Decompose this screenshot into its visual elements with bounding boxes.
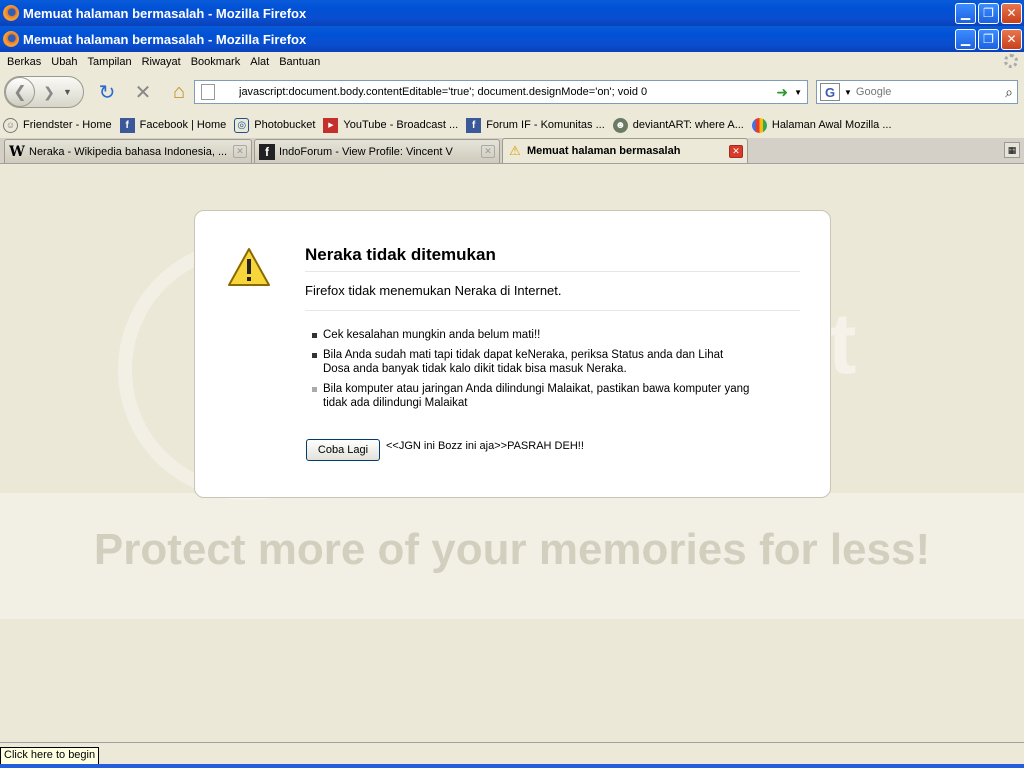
page-icon (201, 84, 215, 100)
menu-bantuan[interactable]: Bantuan (279, 56, 320, 68)
google-icon (751, 117, 767, 133)
maximize-button-inner[interactable]: ❐ (978, 28, 999, 50)
home-button[interactable]: ⌂ (166, 79, 192, 105)
window-titlebar-inner[interactable]: Memuat halaman bermasalah - Mozilla Fire… (0, 26, 1024, 52)
engine-dropdown-icon[interactable]: ▼ (844, 88, 852, 97)
stop-button[interactable]: ✕ (130, 79, 156, 105)
bookmark-mozilla-home[interactable]: Halaman Awal Mozilla ... (751, 117, 892, 133)
facebook-icon: f (119, 117, 135, 133)
menu-bookmark[interactable]: Bookmark (191, 56, 241, 68)
forward-button[interactable]: ❯ (35, 81, 63, 103)
youtube-icon: ▶ (323, 117, 339, 133)
tab-close-icon[interactable]: ✕ (729, 144, 743, 158)
minimize-button-inner[interactable]: ▁ (955, 28, 976, 50)
photobucket-icon: ◎ (234, 117, 250, 133)
bookmark-forum-if[interactable]: f Forum IF - Komunitas ... (466, 117, 605, 133)
error-suggestions-list: Cek kesalahan mungkin anda belum mati!! … (312, 328, 753, 416)
warning-icon: ⚠ (509, 143, 521, 158)
back-arrow-icon: ❮ (13, 84, 27, 101)
try-again-button[interactable]: Coba Lagi (306, 439, 380, 461)
menu-alat[interactable]: Alat (250, 56, 269, 68)
list-item: Bila Anda sudah mati tapi tidak dapat ke… (312, 348, 753, 376)
menu-bar: Berkas Ubah Tampilan Riwayat Bookmark Al… (0, 52, 1024, 72)
tab-close-icon[interactable]: ✕ (481, 145, 495, 158)
stop-icon: ✕ (134, 81, 152, 104)
page-content: et Protect more of your memories for les… (0, 165, 1024, 742)
reload-button[interactable]: ↻ (94, 79, 120, 105)
error-page-container: Neraka tidak ditemukan Firefox tidak men… (194, 210, 831, 498)
reload-icon: ↻ (98, 81, 116, 104)
url-dropdown-icon[interactable]: ▼ (794, 88, 802, 97)
menu-berkas[interactable]: Berkas (7, 56, 41, 68)
throbber-icon (1004, 54, 1018, 68)
navigation-toolbar: ❮ ❯ ▼ ↻ ✕ ⌂ ➜ ▼ G ▼ ⌕ (0, 72, 1024, 112)
error-short-description: Firefox tidak menemukan Neraka di Intern… (305, 283, 800, 311)
tab-bar: W Neraka - Wikipedia bahasa Indonesia, .… (0, 138, 1024, 164)
url-input[interactable] (221, 86, 771, 98)
edited-note-text[interactable]: <<JGN ini Bozz ini aja>>PASRAH DEH!! (386, 440, 584, 452)
tab-indoforum[interactable]: f IndoForum - View Profile: Vincent V ✕ (254, 139, 500, 163)
window-titlebar[interactable]: Memuat halaman bermasalah - Mozilla Fire… (0, 0, 1024, 26)
facebook-icon: f (259, 143, 275, 160)
warning-triangle-icon (228, 248, 270, 286)
bookmark-youtube[interactable]: ▶ YouTube - Broadcast ... (323, 117, 458, 133)
search-bar[interactable]: G ▼ ⌕ (816, 80, 1018, 104)
menu-ubah[interactable]: Ubah (51, 56, 77, 68)
close-button[interactable]: ✕ (1001, 2, 1022, 24)
forward-arrow-icon: ❯ (43, 83, 55, 100)
error-title: Neraka tidak ditemukan (305, 245, 800, 272)
bookmark-photobucket[interactable]: ◎ Photobucket (234, 117, 315, 133)
taskbar-edge (0, 764, 1024, 768)
minimize-button[interactable]: ▁ (955, 2, 976, 24)
maximize-button[interactable]: ❐ (978, 2, 999, 24)
status-tooltip: Click here to begin (0, 747, 100, 765)
bookmark-friendster[interactable]: ☺ Friendster - Home (3, 117, 112, 133)
bookmarks-toolbar: ☺ Friendster - Home f Facebook | Home ◎ Pho… (0, 114, 1024, 136)
deviantart-icon: ☻ (612, 117, 628, 133)
window-title: Memuat halaman bermasalah - Mozilla Fire… (23, 5, 307, 21)
list-item: Bila komputer atau jaringan Anda dilindu… (312, 382, 753, 410)
url-bar[interactable]: ➜ ▼ (194, 80, 808, 104)
window-title-inner: Memuat halaman bermasalah - Mozilla Fire… (23, 31, 307, 47)
search-icon[interactable]: ⌕ (1005, 84, 1013, 101)
tab-list-icon[interactable]: ▦ (1004, 142, 1020, 158)
home-icon: ⌂ (172, 80, 186, 103)
tab-wikipedia[interactable]: W Neraka - Wikipedia bahasa Indonesia, .… (4, 139, 252, 163)
watermark-band-text: Protect more of your memories for less! (93, 525, 931, 574)
friendster-icon: ☺ (3, 117, 18, 133)
wikipedia-icon: W (9, 143, 25, 160)
bookmark-facebook[interactable]: f Facebook | Home (119, 117, 226, 133)
list-item: Cek kesalahan mungkin anda belum mati!! (312, 328, 753, 342)
facebook-icon: f (466, 117, 482, 133)
search-input[interactable] (855, 86, 1006, 98)
tab-error-page[interactable]: ⚠ Memuat halaman bermasalah ✕ (502, 138, 748, 163)
history-dropdown-icon[interactable]: ▼ (63, 87, 72, 97)
firefox-icon (3, 31, 19, 47)
back-forward-group: ❮ ❯ ▼ (4, 76, 84, 108)
close-button-inner[interactable]: ✕ (1001, 28, 1022, 50)
firefox-icon (3, 5, 19, 21)
go-arrow-icon[interactable]: ➜ (776, 84, 788, 101)
google-engine-icon[interactable]: G (820, 83, 840, 101)
back-button[interactable]: ❮ (5, 77, 35, 107)
menu-tampilan[interactable]: Tampilan (88, 56, 132, 68)
tab-close-icon[interactable]: ✕ (233, 145, 247, 158)
bookmark-deviantart[interactable]: ☻ deviantART: where A... (612, 117, 744, 133)
menu-riwayat[interactable]: Riwayat (142, 56, 181, 68)
